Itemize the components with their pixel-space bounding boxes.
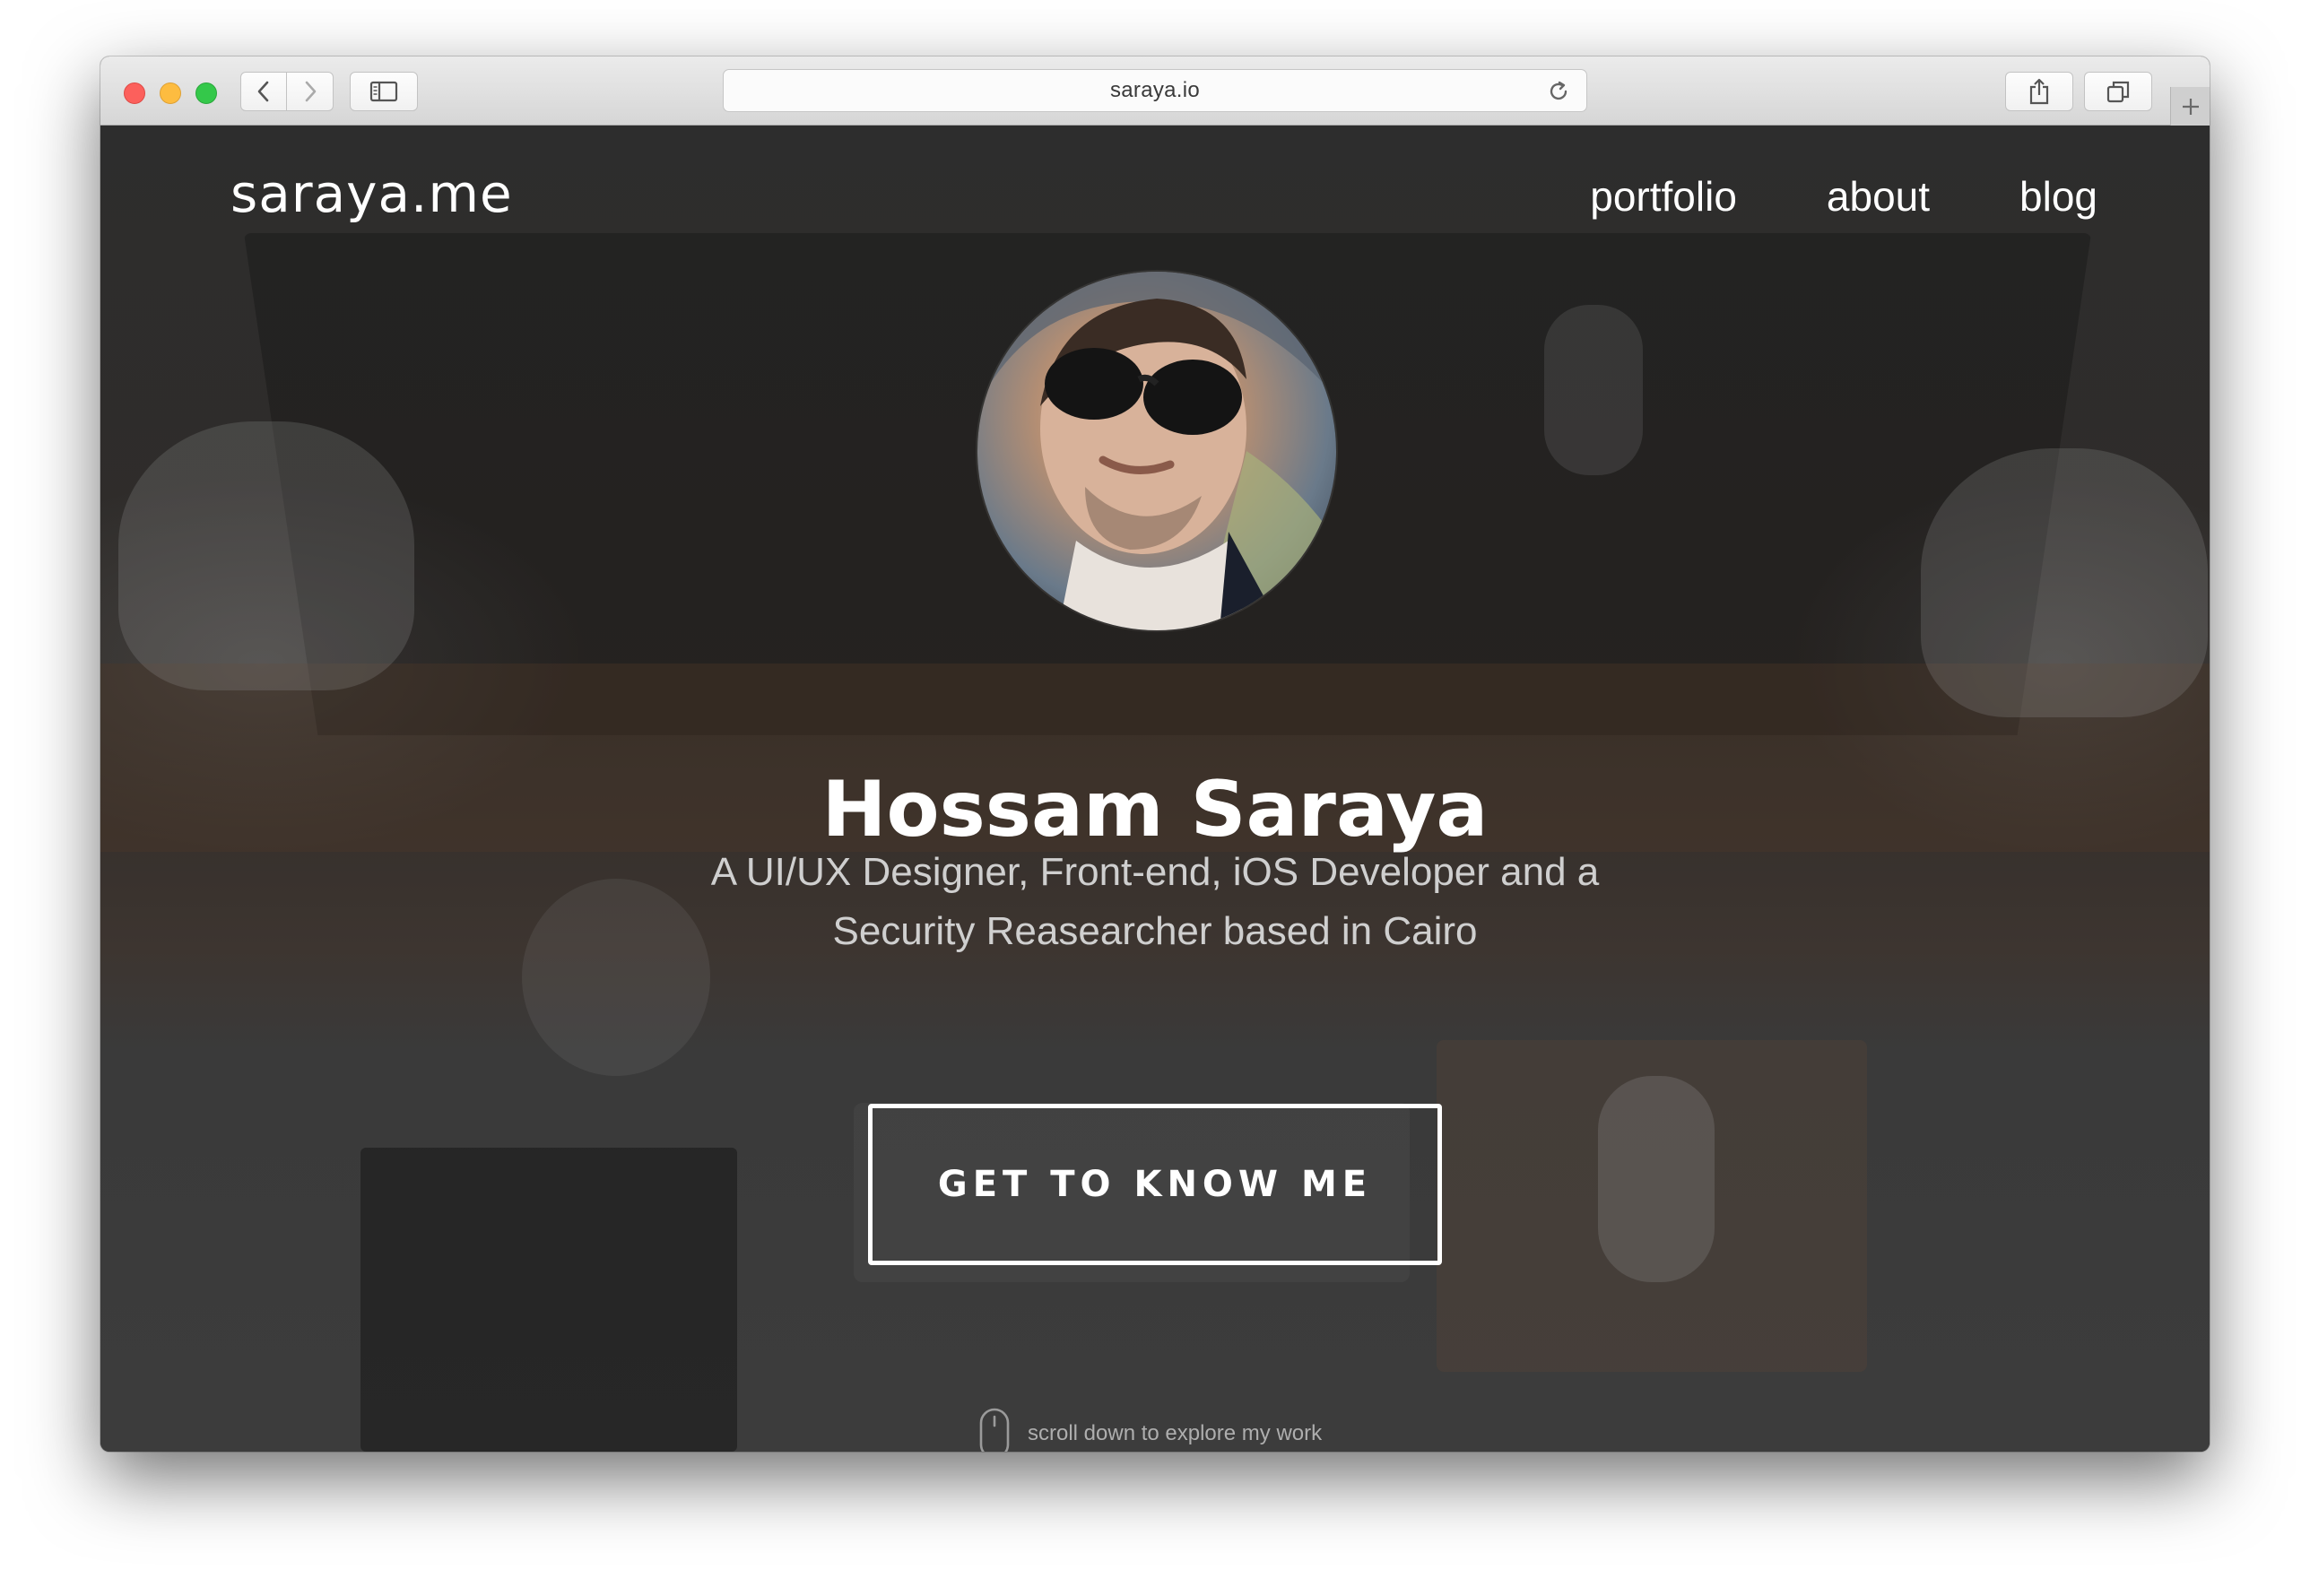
tabs-icon: [2106, 81, 2130, 103]
sidebar-toggle-button[interactable]: [350, 72, 418, 111]
show-tabs-button[interactable]: [2084, 72, 2152, 111]
share-icon: [2029, 78, 2049, 105]
hero-tagline: A UI/UX Designer, Front-end, iOS Develop…: [100, 843, 2210, 961]
reload-icon[interactable]: [1547, 80, 1570, 103]
avatar-portrait: [977, 272, 1336, 630]
background-tablet: [360, 1148, 737, 1452]
background-speaker-right: [1921, 448, 2208, 717]
back-button[interactable]: [240, 72, 287, 111]
forward-button[interactable]: [287, 72, 334, 111]
scroll-hint-text: scroll down to explore my work: [1028, 1421, 1323, 1445]
nav-item-blog[interactable]: blog: [2019, 172, 2097, 221]
address-text: saraya.io: [1109, 78, 1201, 102]
share-button[interactable]: [2005, 72, 2073, 111]
hero-tagline-line1: A UI/UX Designer, Front-end, iOS Develop…: [710, 850, 1600, 894]
site-logo[interactable]: saraya.me: [230, 163, 513, 224]
close-window-button[interactable]: [124, 82, 145, 104]
minimize-window-button[interactable]: [160, 82, 181, 104]
scroll-hint[interactable]: scroll down to explore my work: [979, 1408, 1322, 1452]
hero-tagline-line2: Security Reasearcher based in Cairo: [832, 909, 1478, 953]
browser-toolbar: saraya.io: [100, 56, 2210, 126]
page-hero: saraya.me portfolio about blog Hossam Sa…: [100, 126, 2210, 1452]
maximize-window-button[interactable]: [195, 82, 217, 104]
browser-window: saraya.io saraya.me portfolio about blog: [100, 56, 2210, 1452]
avatar: [977, 272, 1336, 630]
background-mouse: [1598, 1076, 1715, 1282]
chevron-left-icon: [257, 81, 269, 102]
background-mouse-top: [1544, 305, 1643, 475]
hero-name: Hossam Saraya: [821, 764, 1489, 854]
main-nav: portfolio about blog: [1590, 172, 2097, 221]
chevron-right-icon: [305, 81, 316, 102]
sidebar-icon: [369, 81, 398, 102]
address-bar[interactable]: saraya.io: [723, 69, 1587, 112]
get-to-know-me-button[interactable]: GET TO KNOW ME: [868, 1104, 1442, 1265]
background-speaker-left: [118, 421, 414, 690]
mouse-icon: [979, 1408, 1010, 1452]
nav-item-about[interactable]: about: [1827, 172, 1930, 221]
plus-icon: [2183, 99, 2199, 115]
nav-item-portfolio[interactable]: portfolio: [1590, 172, 1737, 221]
new-tab-button[interactable]: [2170, 87, 2210, 126]
